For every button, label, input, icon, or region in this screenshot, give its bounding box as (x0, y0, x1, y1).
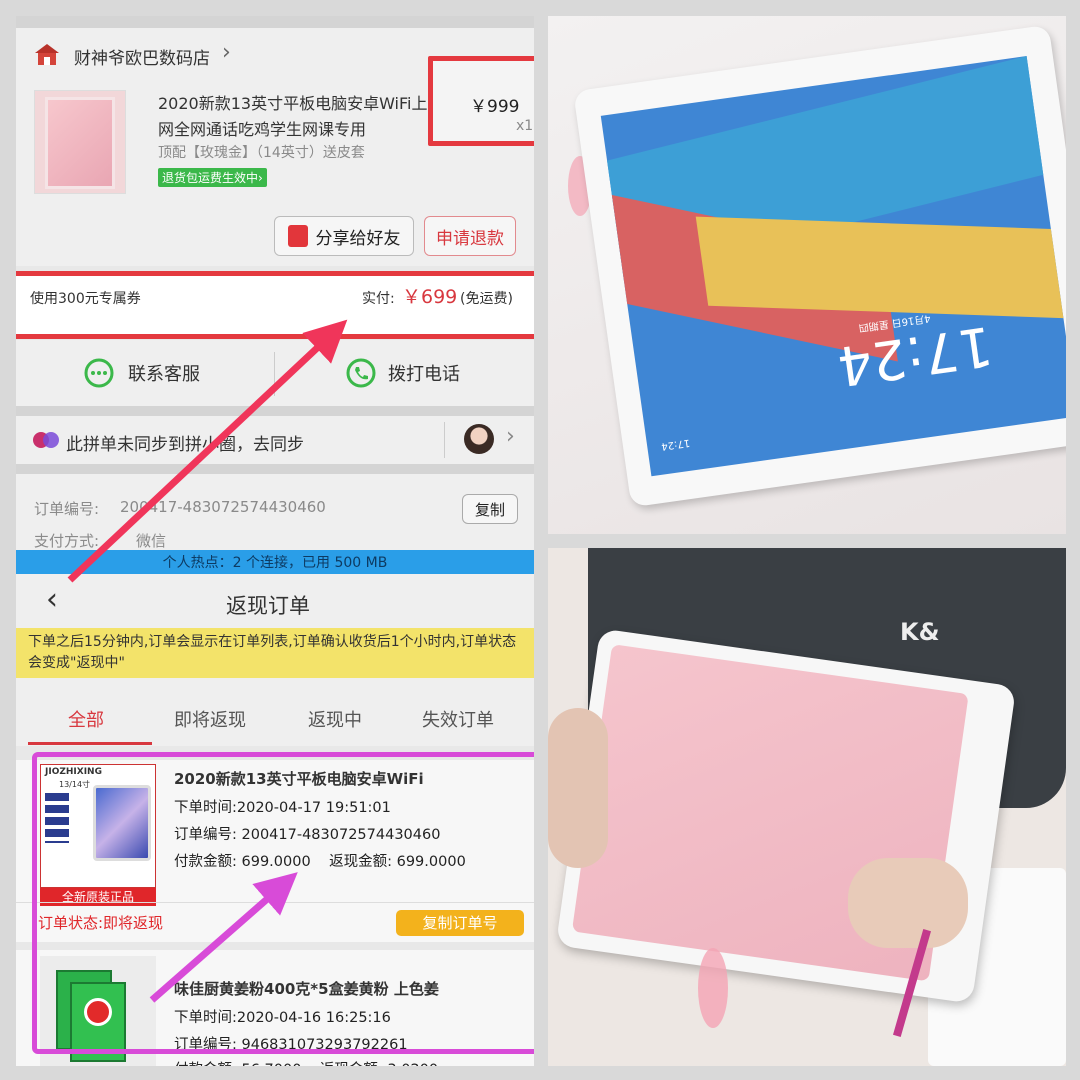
magenta-arrow (149, 872, 298, 1003)
red-arrow (67, 319, 348, 583)
right-hand (848, 858, 968, 948)
tablet-screen: 17:24 4月16日 星期四 17:24 (600, 55, 1066, 477)
tablet-frame: 17:24 4月16日 星期四 17:24 (573, 24, 1066, 508)
tablet-back (555, 628, 1017, 1004)
left-hand (548, 708, 608, 868)
tablet-photo-bottom: K& (548, 548, 1066, 1066)
flamingo-decor (698, 948, 728, 1028)
status-time: 17:24 (660, 436, 691, 452)
tablet-photo-top: 17:24 4月16日 星期四 17:24 (548, 16, 1066, 534)
annotation-arrows (67, 319, 348, 1003)
shirt-logo: K& (900, 618, 940, 646)
order-detail-panel: 财神爷欧巴数码店 › 2020新款13英寸平板电脑安卓WiFi上 网全网通话吃鸡… (16, 16, 534, 1066)
